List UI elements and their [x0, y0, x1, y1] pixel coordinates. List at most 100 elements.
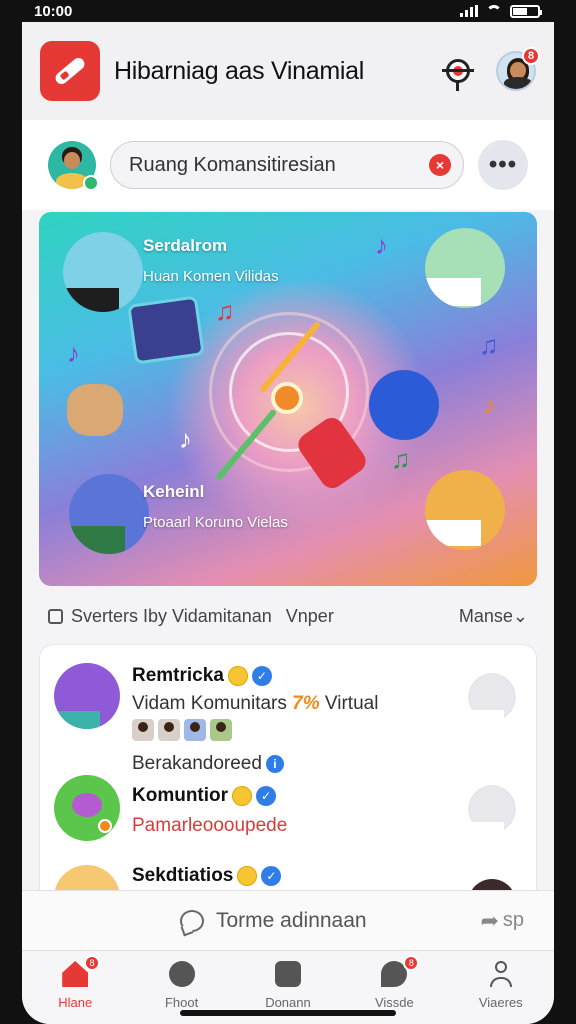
comment-placeholder: Torme adinnaan: [216, 908, 367, 932]
comment-bar[interactable]: Torme adinnaan ➦ sp: [22, 890, 554, 950]
tab-label: Hlane: [58, 995, 93, 1010]
verified-icon: ✓: [261, 866, 282, 886]
sort-dropdown[interactable]: Manse⌄: [459, 606, 528, 627]
hero-avatar-top-right[interactable]: [425, 228, 505, 308]
post-avatar[interactable]: [54, 775, 120, 841]
music-note-icon: ♫: [215, 296, 235, 326]
clear-icon[interactable]: ×: [429, 154, 451, 176]
pen-icon: [53, 55, 87, 87]
checkbox-icon[interactable]: [48, 608, 63, 624]
hero-banner[interactable]: Serdalrom Huan Komen Vilidas ♫ ♪ ♫ ♪ ♫ ♪…: [39, 212, 537, 586]
phone-frame: 10:00 Hibarniag aas Vinamial 8 Ruang Kom…: [0, 0, 576, 1024]
verified-icon: ✓: [251, 666, 272, 686]
post-text: Vidam Komunitars 7% Virtual: [132, 693, 378, 715]
hero-bottom-subtitle: Ptoaarl Koruno Vielas: [143, 514, 288, 531]
hero-bottom-name: Keheinl: [143, 482, 205, 501]
comment-bubble-icon: [180, 909, 204, 932]
tab-profile[interactable]: Viaeres: [456, 959, 546, 1010]
music-note-icon: ♫: [391, 444, 411, 474]
battery-icon: [510, 4, 542, 18]
user-icon: [486, 959, 516, 989]
hero-avatar-top-left[interactable]: [63, 232, 143, 312]
piano-illustration: [369, 370, 439, 440]
share-arrow-icon: ➦: [480, 907, 499, 933]
tab-label: Vissde: [374, 995, 414, 1010]
app-header: Hibarniag aas Vinamial 8: [22, 22, 554, 120]
info-icon[interactable]: i: [265, 755, 284, 773]
status-icons: [460, 4, 542, 18]
share-label: sp: [502, 909, 524, 931]
status-bar: 10:00: [22, 0, 554, 22]
compose-input[interactable]: Ruang Komansitiresian ×: [110, 141, 464, 189]
app-logo[interactable]: [40, 41, 100, 101]
tab-badge: 8: [403, 955, 420, 971]
header-actions: 8: [442, 47, 540, 91]
smile-emoji-icon: [227, 666, 248, 686]
tab-label: Fhoot: [164, 995, 199, 1010]
tab-badge: 8: [84, 955, 101, 971]
participant-thumb[interactable]: [158, 719, 180, 741]
page-title: Hibarniag aas Vinamial: [114, 56, 365, 85]
post-text: Pamarleoooupede: [132, 815, 288, 836]
compose-placeholder: Ruang Komansitiresian: [129, 153, 336, 176]
online-status-icon: [83, 175, 99, 191]
more-options-button[interactable]: •••: [478, 140, 528, 190]
my-avatar[interactable]: [48, 141, 99, 191]
side-avatar[interactable]: [468, 673, 516, 721]
hero-top-name: Serdalrom: [143, 236, 228, 255]
hero-top-subtitle: Huan Komen Vilidas: [143, 268, 279, 285]
share-button[interactable]: ➦ sp: [480, 908, 524, 934]
post-author-name: Sekdtiatios: [132, 865, 234, 886]
music-note-icon: ♫: [479, 330, 499, 360]
profile-badge: 8: [522, 47, 540, 65]
wifi-icon: [486, 5, 502, 17]
participant-thumb[interactable]: [132, 719, 154, 741]
status-time: 10:00: [34, 2, 73, 20]
filter-label: Sverters Iby Vidamitanan: [71, 605, 272, 626]
smile-emoji-icon: [237, 866, 258, 886]
post-text-highlight: 7%: [292, 693, 320, 714]
list-item[interactable]: Remtricka ✓ Vidam Komunitars 7% Virtual: [40, 645, 536, 745]
tab-media[interactable]: Donann: [243, 959, 333, 1010]
hero-avatar-bottom-left[interactable]: [69, 474, 149, 554]
post-avatar[interactable]: [54, 663, 120, 729]
home-icon: 8: [60, 955, 101, 989]
music-note-icon: ♪: [483, 390, 496, 420]
post-composer: Ruang Komansitiresian × •••: [22, 120, 554, 210]
tab-label: Viaeres: [478, 995, 523, 1010]
post-author-name: Komuntior: [132, 785, 229, 806]
profile-avatar[interactable]: 8: [496, 47, 540, 91]
chat-bubble-icon: 8: [379, 955, 420, 989]
hero-avatar-bottom-right[interactable]: [425, 470, 505, 550]
tablet-illustration: [127, 295, 205, 365]
participant-thumb[interactable]: [184, 719, 206, 741]
music-note-icon: ♪: [67, 338, 80, 368]
list-item[interactable]: Komuntior ✓ Pamarleoooupede: [40, 775, 536, 855]
music-disc-icon: [167, 959, 197, 989]
music-note-icon: ♪: [375, 230, 388, 260]
bear-illustration: [67, 384, 123, 436]
filter-tag[interactable]: Vnper: [286, 606, 334, 627]
post-author-name: Remtricka: [132, 665, 224, 686]
filter-bar: Sverters Iby Vidamitanan Vnper Manse⌄: [48, 598, 528, 634]
smile-emoji-icon: [232, 786, 253, 806]
music-note-icon: ♪: [179, 424, 192, 454]
post-text-suffix: Virtual: [324, 693, 379, 714]
post-author: Sekdtiatios ✓: [132, 865, 282, 887]
home-indicator[interactable]: [180, 1010, 396, 1016]
post-author: Remtricka ✓: [132, 665, 272, 687]
tab-feed[interactable]: Fhoot: [137, 959, 227, 1010]
post-author: Komuntior ✓: [132, 785, 277, 807]
section-label-text: Berakandoreed: [132, 753, 262, 774]
verified-icon: ✓: [256, 786, 277, 806]
feed-list: Remtricka ✓ Vidam Komunitars 7% Virtual: [39, 644, 537, 904]
side-avatar[interactable]: [468, 785, 516, 833]
tab-messages[interactable]: 8 Vissde: [349, 955, 439, 1010]
tab-home[interactable]: 8 Hlane: [30, 955, 120, 1010]
post-text-prefix: Vidam Komunitars: [132, 693, 287, 714]
participant-thumb[interactable]: [210, 719, 232, 741]
play-box-icon: [273, 959, 303, 989]
section-label: Berakandoreed i: [132, 753, 284, 775]
signal-icon: [460, 5, 478, 17]
location-target-icon[interactable]: [442, 55, 474, 91]
